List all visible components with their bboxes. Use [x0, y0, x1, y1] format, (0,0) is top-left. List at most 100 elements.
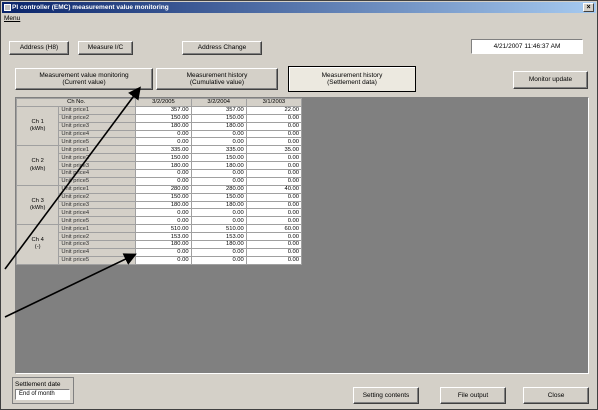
close-icon[interactable]: ×: [583, 3, 594, 12]
value-cell[interactable]: 0.00: [245, 137, 303, 147]
value-cell[interactable]: 0.00: [190, 208, 247, 218]
value-cell[interactable]: 0.00: [245, 208, 303, 218]
value-cell[interactable]: 0.00: [190, 137, 247, 147]
address-change-button[interactable]: Address Change: [182, 41, 262, 55]
value-cell[interactable]: 180.00: [135, 200, 192, 210]
window-title: PI controller (EMC) measurement value mo…: [12, 4, 169, 11]
table-row: Unit price2 150.00 150.00 0.00: [17, 192, 303, 202]
value-cell[interactable]: 35.00: [245, 145, 303, 155]
value-cell[interactable]: 0.00: [190, 216, 247, 226]
unit-price-label: Unit price1: [58, 105, 137, 115]
value-cell[interactable]: 0.00: [245, 255, 303, 265]
tab-current-value-line2: (Current value): [62, 79, 106, 86]
value-cell[interactable]: 40.00: [245, 184, 303, 194]
value-cell[interactable]: 0.00: [245, 113, 303, 123]
value-cell[interactable]: 0.00: [190, 255, 247, 265]
close-button[interactable]: Close: [523, 387, 589, 404]
value-cell[interactable]: 357.00: [190, 105, 247, 115]
channel-label: Ch 2 (kWh): [15, 145, 60, 186]
table-row: Unit price2 150.00 150.00 0.00: [17, 153, 303, 163]
value-cell[interactable]: 0.00: [245, 153, 303, 163]
table-row: Unit price5 0.00 0.00 0.00: [17, 216, 303, 226]
unit-price-label: Unit price5: [58, 176, 137, 186]
value-cell[interactable]: 0.00: [245, 232, 303, 242]
setting-contents-button[interactable]: Setting contents: [353, 387, 419, 404]
value-cell[interactable]: 0.00: [135, 137, 192, 147]
value-cell[interactable]: 150.00: [135, 113, 192, 123]
value-cell[interactable]: 180.00: [135, 240, 192, 249]
value-cell[interactable]: 0.00: [245, 121, 303, 131]
channel-name: Ch 4: [31, 237, 44, 244]
value-cell[interactable]: 0.00: [135, 247, 192, 257]
value-cell[interactable]: 0.00: [245, 247, 303, 257]
value-cell[interactable]: 150.00: [190, 153, 247, 163]
unit-price-label: Unit price2: [58, 153, 137, 163]
value-cell[interactable]: 0.00: [245, 129, 303, 139]
value-cell[interactable]: 153.00: [135, 232, 192, 242]
tab-settlement-data-line2: (Settlement data): [327, 79, 377, 86]
file-output-button[interactable]: File output: [440, 387, 506, 404]
value-cell[interactable]: 180.00: [135, 121, 192, 131]
value-cell[interactable]: 0.00: [245, 161, 303, 171]
value-cell[interactable]: 280.00: [135, 184, 192, 194]
value-cell[interactable]: 510.00: [135, 224, 192, 234]
value-cell[interactable]: 0.00: [190, 129, 247, 139]
column-header-date-2: 3/2/2004: [190, 98, 247, 107]
table-row: Unit price2 150.00 150.00 0.00: [17, 113, 303, 123]
table-row: Unit price2 153.00 153.00 0.00: [17, 232, 303, 242]
value-cell[interactable]: 60.00: [245, 224, 303, 234]
value-cell[interactable]: 0.00: [245, 200, 303, 210]
channel-unit: (kWh): [29, 205, 46, 212]
value-cell[interactable]: 0.00: [245, 240, 303, 249]
value-cell[interactable]: 0.00: [190, 176, 247, 186]
value-cell[interactable]: 153.00: [190, 232, 247, 242]
address-button[interactable]: Address (H8): [9, 41, 69, 55]
app-icon: [4, 4, 11, 11]
value-cell[interactable]: 357.00: [135, 105, 192, 115]
unit-price-label: Unit price4: [58, 129, 137, 139]
value-cell[interactable]: 0.00: [245, 169, 303, 178]
value-cell[interactable]: 180.00: [190, 240, 247, 249]
value-cell[interactable]: 180.00: [135, 161, 192, 171]
value-cell[interactable]: 150.00: [190, 113, 247, 123]
value-cell[interactable]: 0.00: [135, 255, 192, 265]
value-cell[interactable]: 0.00: [190, 169, 247, 178]
value-cell[interactable]: 280.00: [190, 184, 247, 194]
value-cell[interactable]: 180.00: [190, 161, 247, 171]
menu-item-menu[interactable]: Menu: [4, 15, 20, 22]
value-cell[interactable]: 180.00: [190, 200, 247, 210]
unit-price-label: Unit price3: [58, 200, 137, 210]
value-cell[interactable]: 0.00: [135, 169, 192, 178]
table-row: Unit price4 0.00 0.00 0.00: [17, 129, 303, 139]
value-cell[interactable]: 0.00: [245, 192, 303, 202]
value-cell[interactable]: 0.00: [245, 216, 303, 226]
value-cell[interactable]: 180.00: [190, 121, 247, 131]
data-grid-area: Ch No. 3/2/2005 3/2/2004 3/1/2003 Ch 1 (k…: [15, 97, 589, 374]
value-cell[interactable]: 0.00: [190, 247, 247, 257]
tab-cumulative-value[interactable]: Measurement history (Cumulative value): [156, 68, 278, 90]
value-cell[interactable]: 150.00: [135, 153, 192, 163]
value-cell[interactable]: 0.00: [135, 129, 192, 139]
unit-price-label: Unit price2: [58, 232, 137, 242]
table-row: Unit price5 0.00 0.00 0.00: [17, 176, 303, 186]
settlement-date-label: Settlement date: [15, 381, 61, 388]
value-cell[interactable]: 0.00: [245, 176, 303, 186]
measure-ic-button[interactable]: Measure I/C: [78, 41, 133, 55]
value-cell[interactable]: 150.00: [135, 192, 192, 202]
value-cell[interactable]: 0.00: [135, 216, 192, 226]
value-cell[interactable]: 0.00: [135, 176, 192, 186]
value-cell[interactable]: 0.00: [135, 208, 192, 218]
channel-label: Ch 1 (kWh): [15, 105, 60, 147]
table-row: Unit price4 0.00 0.00 0.00: [17, 247, 303, 257]
value-cell[interactable]: 335.00: [135, 145, 192, 155]
monitor-update-button[interactable]: Monitor update: [513, 71, 588, 89]
value-cell[interactable]: 150.00: [190, 192, 247, 202]
channel-label: Ch 4 (-): [15, 224, 60, 265]
tab-current-value-line1: Measurement value monitoring: [39, 71, 129, 79]
value-cell[interactable]: 510.00: [190, 224, 247, 234]
settlement-date-field: End of month: [15, 389, 70, 400]
tab-settlement-data[interactable]: Measurement history (Settlement data): [288, 66, 416, 92]
value-cell[interactable]: 335.00: [190, 145, 247, 155]
tab-current-value[interactable]: Measurement value monitoring (Current val…: [15, 68, 153, 90]
value-cell[interactable]: 22.00: [245, 105, 303, 115]
